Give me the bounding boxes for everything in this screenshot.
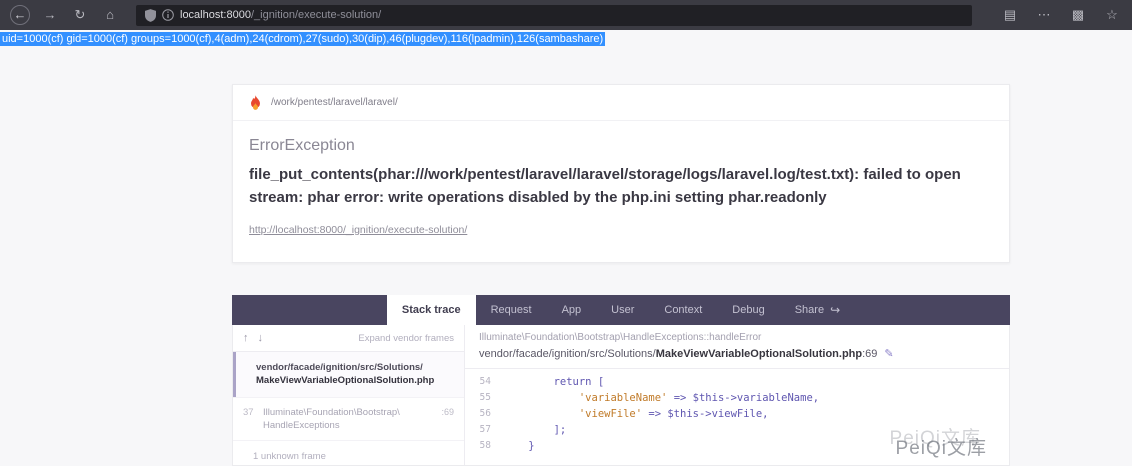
- file-name: MakeViewVariableOptionalSolution.php: [656, 348, 862, 360]
- error-card-body: ErrorException file_put_contents(phar://…: [233, 121, 1009, 262]
- error-card: /work/pentest/laravel/laravel/ ErrorExce…: [232, 84, 1010, 263]
- tab-stack-trace[interactable]: Stack trace: [387, 295, 476, 325]
- url-bar[interactable]: localhost:8000/_ignition/execute-solutio…: [136, 5, 972, 26]
- share-icon: ↪: [830, 303, 840, 317]
- code-line: 54 return [: [465, 374, 1009, 390]
- flare-flame-icon: [249, 95, 262, 110]
- url-host: localhost:8000: [180, 9, 251, 21]
- frames-header: ↑ ↓ Expand vendor frames: [233, 325, 464, 352]
- code-line: 58 }: [465, 438, 1009, 454]
- forward-icon[interactable]: →: [40, 5, 60, 25]
- tab-context[interactable]: Context: [649, 295, 717, 325]
- browser-toolbar: ← → ↻ ⌂ localhost:8000/_ignition/execute…: [0, 0, 1132, 30]
- code-line: 56 'viewFile' => $this->viewFile,: [465, 406, 1009, 422]
- tab-bar-tabs: Stack traceRequestAppUserContextDebugSha…: [387, 295, 855, 325]
- frames-list: vendor/facade/ignition/src/Solutions/Mak…: [233, 352, 464, 466]
- site-info-icon[interactable]: [162, 9, 174, 21]
- handler-method: Illuminate\Foundation\Bootstrap\HandleEx…: [479, 332, 995, 343]
- command-output-line: uid=1000(cf) gid=1000(cf) groups=1000(cf…: [0, 30, 1132, 46]
- exception-class: ErrorException: [249, 137, 993, 155]
- sort-arrows-icon[interactable]: ↑ ↓: [243, 332, 266, 344]
- tab-app[interactable]: App: [547, 295, 597, 325]
- exception-message: file_put_contents(phar:///work/pentest/l…: [249, 164, 993, 209]
- code-lines: 54 return [55 'variableName' => $this->v…: [465, 369, 1009, 454]
- tab-request[interactable]: Request: [476, 295, 547, 325]
- code-column: Illuminate\Foundation\Bootstrap\HandleEx…: [465, 325, 1009, 465]
- tab-share[interactable]: Share↪: [780, 295, 855, 325]
- code-line: 55 'variableName' => $this->variableName…: [465, 390, 1009, 406]
- edit-pencil-icon[interactable]: ✎: [884, 348, 893, 360]
- code-header: Illuminate\Foundation\Bootstrap\HandleEx…: [465, 325, 1009, 369]
- bookmarks-icon[interactable]: ▩: [1068, 5, 1088, 25]
- ignition-tab-bar: Stack traceRequestAppUserContextDebugSha…: [232, 295, 1010, 325]
- code-line: 57 ];: [465, 422, 1009, 438]
- frame-item-note[interactable]: 1 unknown frame: [233, 440, 464, 466]
- selected-text[interactable]: uid=1000(cf) gid=1000(cf) groups=1000(cf…: [0, 32, 605, 46]
- expand-vendor-frames-button[interactable]: Expand vendor frames: [358, 333, 454, 344]
- page-actions-icon[interactable]: ▤: [1000, 5, 1020, 25]
- tab-user[interactable]: User: [596, 295, 649, 325]
- file-path: vendor/facade/ignition/src/Solutions/Mak…: [479, 347, 995, 360]
- frames-column: ↑ ↓ Expand vendor frames vendor/facade/i…: [233, 325, 465, 465]
- stack-trace-panel: ↑ ↓ Expand vendor frames vendor/facade/i…: [232, 325, 1010, 466]
- exception-url-link[interactable]: http://localhost:8000/_ignition/execute-…: [249, 224, 467, 236]
- shield-icon[interactable]: [145, 9, 156, 22]
- home-icon[interactable]: ⌂: [100, 5, 120, 25]
- toolbar-right-icons: ▤ ⋯ ▩ ☆: [986, 5, 1122, 25]
- star-icon[interactable]: ☆: [1102, 5, 1122, 25]
- back-icon[interactable]: ←: [10, 5, 30, 25]
- app-path: /work/pentest/laravel/laravel/: [271, 97, 398, 108]
- url-path: /_ignition/execute-solution/: [251, 9, 381, 21]
- file-path-prefix: vendor/facade/ignition/src/Solutions/: [479, 348, 656, 360]
- frame-item-vendor[interactable]: 37Illuminate\Foundation\Bootstrap\ Handl…: [233, 397, 464, 441]
- file-line: :69: [862, 348, 877, 360]
- error-card-header: /work/pentest/laravel/laravel/: [233, 85, 1009, 121]
- overflow-menu-icon[interactable]: ⋯: [1034, 5, 1054, 25]
- tab-debug[interactable]: Debug: [717, 295, 779, 325]
- frame-item-active[interactable]: vendor/facade/ignition/src/Solutions/Mak…: [233, 352, 464, 397]
- reload-icon[interactable]: ↻: [70, 5, 90, 25]
